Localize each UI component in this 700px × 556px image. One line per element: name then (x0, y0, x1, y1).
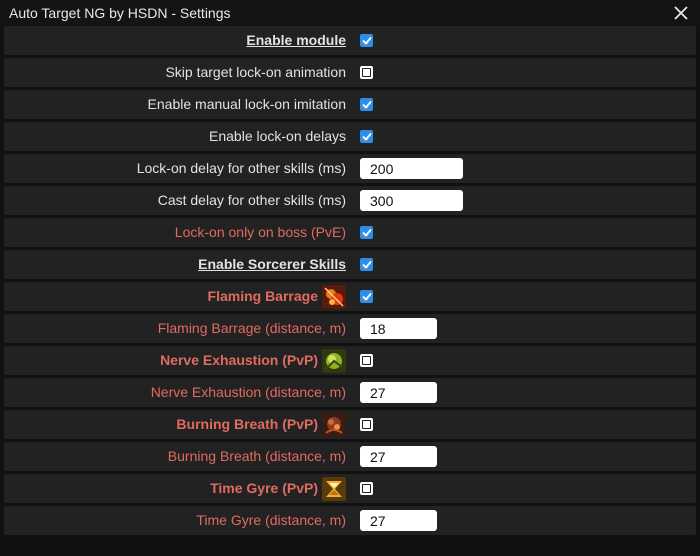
setting-label: Burning Breath (PvP) (176, 416, 318, 432)
setting-control (360, 90, 373, 119)
value-input[interactable] (360, 158, 463, 179)
checkbox-checked[interactable] (360, 98, 373, 111)
setting-label-group: Flaming Barrage (distance, m) (158, 314, 346, 343)
setting-label: Skip target lock-on animation (165, 64, 346, 80)
setting-label: Cast delay for other skills (ms) (157, 192, 346, 208)
setting-label-group: Enable module (246, 26, 346, 55)
setting-control (360, 474, 373, 503)
setting-label: Nerve Exhaustion (distance, m) (150, 384, 346, 400)
setting-label-group: Lock-on delay for other skills (ms) (137, 154, 346, 183)
value-input[interactable] (360, 446, 437, 467)
setting-control (360, 506, 437, 535)
flaming-barrage-icon (322, 284, 346, 309)
setting-control (360, 346, 373, 375)
setting-label-group: Nerve Exhaustion (distance, m) (151, 378, 346, 407)
settings-list: Enable module Skip target lock-on animati… (4, 26, 696, 538)
settings-row: Nerve Exhaustion (PvP) (4, 346, 696, 375)
time-gyre-icon (322, 476, 346, 501)
setting-label: Lock-on delay for other skills (ms) (136, 160, 346, 176)
settings-row: Lock-on only on boss (PvE) (4, 218, 696, 247)
checkbox-unchecked[interactable] (360, 354, 373, 367)
setting-label: Flaming Barrage (207, 288, 318, 304)
value-input[interactable] (360, 510, 437, 531)
close-icon (674, 5, 688, 20)
settings-row: Flaming Barrage (distance, m) (4, 314, 696, 343)
checkbox-checked[interactable] (360, 34, 373, 47)
setting-label-group: Skip target lock-on animation (165, 58, 346, 87)
setting-label: Lock-on only on boss (PvE) (174, 224, 346, 240)
setting-label: Enable Sorcerer Skills (198, 256, 346, 272)
value-input[interactable] (360, 190, 463, 211)
setting-label-group: Burning Breath (PvP) (176, 410, 346, 439)
close-button[interactable] (672, 4, 690, 22)
setting-label: Flaming Barrage (distance, m) (157, 320, 346, 336)
setting-control (360, 58, 373, 87)
nerve-exhaustion-icon (322, 348, 346, 373)
setting-label: Time Gyre (PvP) (210, 480, 318, 496)
setting-label-group: Enable manual lock-on imitation (148, 90, 346, 119)
setting-label-group: Nerve Exhaustion (PvP) (160, 346, 346, 375)
checkbox-unchecked[interactable] (360, 66, 373, 79)
setting-control (360, 26, 373, 55)
value-input[interactable] (360, 318, 437, 339)
setting-label-group: Burning Breath (distance, m) (168, 442, 346, 471)
window-title: Auto Target NG by HSDN - Settings (9, 4, 231, 21)
settings-row: Flaming Barrage (4, 282, 696, 311)
setting-control (360, 250, 373, 279)
settings-row: Enable manual lock-on imitation (4, 90, 696, 119)
checkbox-unchecked[interactable] (360, 482, 373, 495)
setting-control (360, 442, 437, 471)
settings-row: Nerve Exhaustion (distance, m) (4, 378, 696, 407)
checkbox-checked[interactable] (360, 226, 373, 239)
checkbox-checked[interactable] (360, 130, 373, 143)
setting-label-group: Cast delay for other skills (ms) (158, 186, 346, 215)
value-input[interactable] (360, 382, 437, 403)
title-bar: Auto Target NG by HSDN - Settings (0, 0, 700, 25)
settings-row: Time Gyre (PvP) (4, 474, 696, 503)
settings-row: Burning Breath (PvP) (4, 410, 696, 439)
settings-window: Auto Target NG by HSDN - Settings Enable… (0, 0, 700, 556)
burning-breath-icon (322, 412, 346, 437)
setting-label-group: Enable Sorcerer Skills (198, 250, 346, 279)
setting-label-group: Flaming Barrage (208, 282, 346, 311)
setting-label: Time Gyre (distance, m) (196, 512, 346, 528)
checkbox-checked[interactable] (360, 290, 373, 303)
settings-row: Burning Breath (distance, m) (4, 442, 696, 471)
setting-control (360, 410, 373, 439)
setting-control (360, 186, 463, 215)
setting-control (360, 378, 437, 407)
setting-control (360, 282, 373, 311)
checkbox-checked[interactable] (360, 258, 373, 271)
checkbox-unchecked[interactable] (360, 418, 373, 431)
settings-row: Time Gyre (distance, m) (4, 506, 696, 535)
settings-row: Enable Sorcerer Skills (4, 250, 696, 279)
setting-label: Enable manual lock-on imitation (147, 96, 346, 112)
settings-row: Lock-on delay for other skills (ms) (4, 154, 696, 183)
setting-label: Enable module (246, 32, 346, 48)
setting-control (360, 154, 463, 183)
settings-row: Enable module (4, 26, 696, 55)
setting-label: Enable lock-on delays (209, 128, 346, 144)
setting-control (360, 314, 437, 343)
setting-control (360, 218, 373, 247)
setting-control (360, 122, 373, 151)
setting-label-group: Lock-on only on boss (PvE) (175, 218, 346, 247)
settings-row: Enable lock-on delays (4, 122, 696, 151)
settings-row: Skip target lock-on animation (4, 58, 696, 87)
setting-label-group: Time Gyre (PvP) (210, 474, 346, 503)
setting-label-group: Time Gyre (distance, m) (196, 506, 346, 535)
setting-label: Nerve Exhaustion (PvP) (160, 352, 318, 368)
setting-label-group: Enable lock-on delays (209, 122, 346, 151)
setting-label: Burning Breath (distance, m) (167, 448, 346, 464)
settings-row: Cast delay for other skills (ms) (4, 186, 696, 215)
